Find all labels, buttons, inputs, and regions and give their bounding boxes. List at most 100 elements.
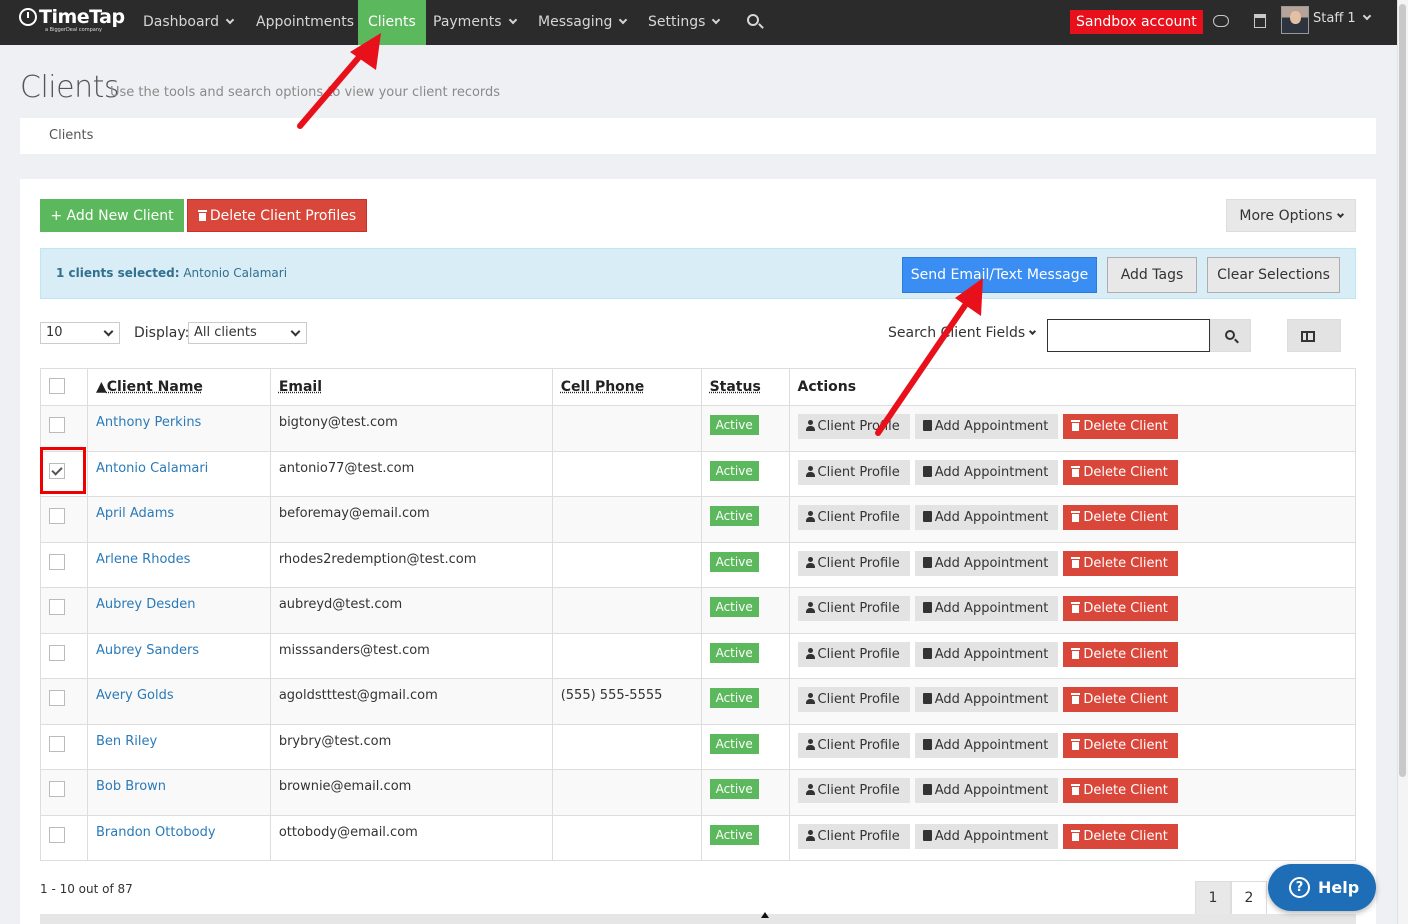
search-fields-dropdown[interactable]: Search Client Fields [888,325,1037,341]
add-appointment-button[interactable]: Add Appointment [914,732,1059,758]
avatar[interactable] [1281,6,1309,34]
page-2-button[interactable]: 2 [1231,881,1267,915]
client-profile-button[interactable]: Client Profile [797,459,910,485]
client-profile-button[interactable]: Client Profile [797,823,910,849]
select-all-checkbox[interactable] [49,378,65,394]
col-status[interactable]: Status [700,368,790,406]
client-name-link[interactable]: April Adams [96,506,174,521]
select-all[interactable] [40,368,88,406]
client-profile-button[interactable]: Client Profile [797,732,910,758]
client-name-link[interactable]: Avery Golds [96,688,174,703]
add-appointment-button[interactable]: Add Appointment [914,414,1059,439]
add-appointment-button[interactable]: Add Appointment [914,778,1059,803]
client-name-link[interactable]: Arlene Rhodes [96,552,190,567]
delete-client-button[interactable]: Delete Client [1063,596,1178,621]
row-checkbox[interactable] [49,417,65,433]
status-cell: Active [700,814,790,861]
col-cell-phone[interactable]: Cell Phone [551,368,702,406]
calendar-icon[interactable] [1254,14,1266,28]
scrollbar-thumb[interactable] [1399,4,1406,777]
add-new-client-button[interactable]: + Add New Client [40,199,184,232]
col-client-name[interactable]: ▲Client Name [86,368,271,406]
trash-icon [1071,465,1081,477]
nav-payments[interactable]: Payments [423,0,526,45]
row-checkbox[interactable] [49,553,65,570]
help-button[interactable]: ? Help [1268,864,1376,911]
phone-cell [551,496,702,543]
row-checkbox[interactable] [49,826,65,843]
client-name-link[interactable]: Anthony Perkins [96,415,201,430]
send-email-text-button[interactable]: Send Email/Text Message [902,257,1097,293]
columns-button[interactable] [1287,319,1341,352]
col-email[interactable]: Email [269,368,553,406]
row-checkbox[interactable] [49,781,65,797]
nav-appointments[interactable]: Appointments [246,0,364,45]
client-profile-button[interactable]: Client Profile [797,778,910,803]
add-appointment-button[interactable]: Add Appointment [914,459,1059,485]
client-profile-button[interactable]: Client Profile [797,641,910,667]
page-1-button[interactable]: 1 [1195,881,1231,915]
client-profile-button[interactable]: Client Profile [797,550,910,576]
delete-client-button[interactable]: Delete Client [1063,687,1178,712]
delete-client-button[interactable]: Delete Client [1063,641,1178,667]
row-checkbox[interactable] [49,508,65,524]
delete-client-button[interactable]: Delete Client [1063,414,1178,439]
delete-client-button[interactable]: Delete Client [1063,550,1178,576]
sandbox-badge: Sandbox account [1070,10,1203,34]
search-icon[interactable] [747,14,759,26]
actions-cell: Client Profile Add Appointment Delete Clie… [788,496,1357,543]
status-badge: Active [709,642,759,663]
client-name-link[interactable]: Aubrey Desden [96,597,196,612]
client-name-link[interactable]: Brandon Ottobody [96,825,216,840]
nav-dashboard[interactable]: Dashboard [133,0,243,45]
row-checkbox[interactable] [49,735,65,752]
clear-selections-button[interactable]: Clear Selections [1207,257,1340,293]
client-name-cell: April Adams [86,496,271,543]
nav-settings[interactable]: Settings [638,0,729,45]
timetap-logo[interactable]: TimeTap a BiggerDeal company [19,6,125,33]
client-profile-button[interactable]: Client Profile [797,505,910,530]
delete-client-button[interactable]: Delete Client [1063,778,1178,803]
table-row: Bob Brown brownie@email.com Active Client P… [40,769,1357,816]
nav-messaging[interactable]: Messaging [528,0,636,45]
scroll-up-icon[interactable] [761,912,769,918]
delete-client-button[interactable]: Delete Client [1063,732,1178,758]
top-navbar: TimeTap a BiggerDeal company Dashboard A… [0,0,1397,45]
columns-icon [1301,331,1315,342]
row-checkbox[interactable] [49,599,65,615]
chat-icon[interactable] [1213,15,1229,27]
add-appointment-button[interactable]: Add Appointment [914,550,1059,576]
display-select[interactable]: All clients [188,322,307,344]
add-appointment-button[interactable]: Add Appointment [914,641,1059,667]
actions-cell: Client Profile Add Appointment Delete Clie… [788,678,1357,725]
book-icon [922,693,932,704]
page-size-select[interactable]: 10 [40,322,120,344]
delete-client-button[interactable]: Delete Client [1063,505,1178,530]
trash-icon [1071,420,1081,431]
client-profile-button[interactable]: Client Profile [797,687,910,712]
status-badge: Active [709,733,759,754]
client-name-link[interactable]: Antonio Calamari [96,461,208,476]
search-input[interactable] [1047,319,1210,352]
book-icon [922,602,932,613]
delete-client-button[interactable]: Delete Client [1063,823,1178,849]
client-name-link[interactable]: Ben Riley [96,734,157,749]
row-checkbox[interactable] [49,644,65,661]
client-profile-button[interactable]: Client Profile [797,414,910,439]
more-options-button[interactable]: More Options [1226,199,1356,232]
add-appointment-button[interactable]: Add Appointment [914,823,1059,849]
client-name-link[interactable]: Aubrey Sanders [96,643,199,658]
user-menu[interactable]: Staff 1 [1313,11,1371,26]
horizontal-scrollbar[interactable] [40,914,1356,924]
client-profile-button[interactable]: Client Profile [797,596,910,621]
search-button[interactable] [1210,319,1251,352]
delete-client-button[interactable]: Delete Client [1063,459,1178,485]
add-appointment-button[interactable]: Add Appointment [914,687,1059,712]
add-appointment-button[interactable]: Add Appointment [914,596,1059,621]
delete-client-profiles-button[interactable]: Delete Client Profiles [187,199,367,232]
add-tags-button[interactable]: Add Tags [1107,257,1197,293]
add-appointment-button[interactable]: Add Appointment [914,505,1059,530]
client-name-link[interactable]: Bob Brown [96,779,166,794]
row-checkbox[interactable] [49,690,65,706]
nav-clients[interactable]: Clients [358,0,426,45]
